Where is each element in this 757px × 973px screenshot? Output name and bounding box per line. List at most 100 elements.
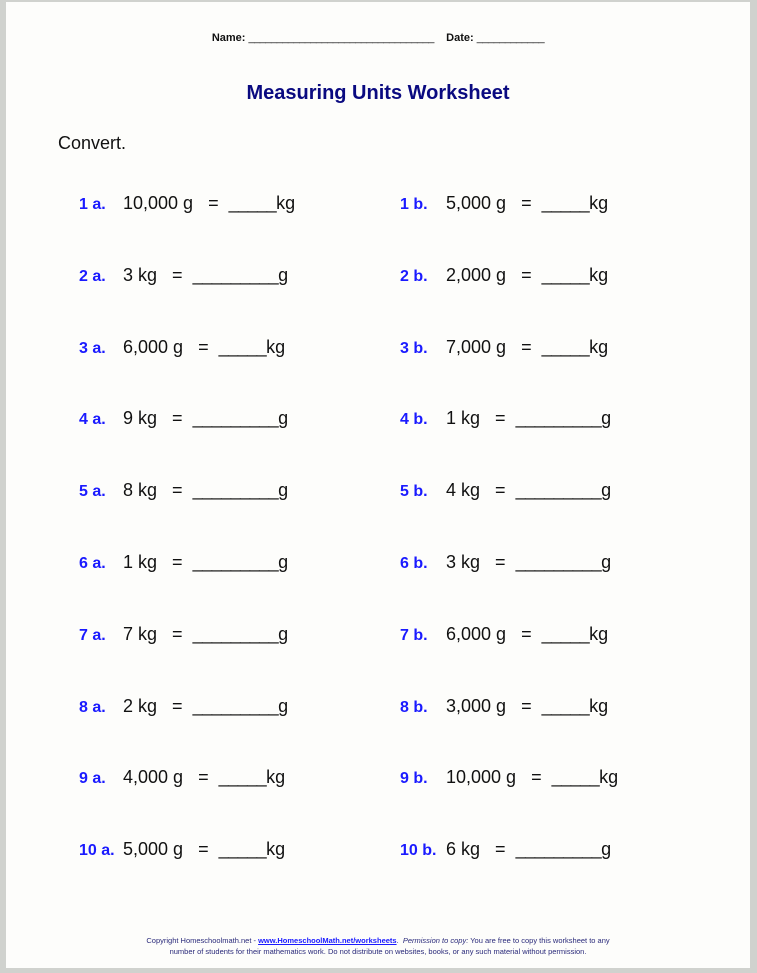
equals-sign: = [521, 264, 532, 285]
equals-sign: = [172, 264, 183, 285]
equals-sign: = [198, 767, 209, 788]
target-unit: g [601, 552, 612, 572]
given-quantity: 10,000 g [123, 193, 194, 213]
answer-blank[interactable]: _________ [193, 480, 279, 500]
answer-blank[interactable]: _____ [542, 624, 590, 644]
equals-sign: = [521, 623, 532, 644]
problem-number: 1 b. [400, 196, 428, 213]
equals-sign: = [521, 336, 532, 357]
worksheet-page: Name: _________________________________ … [6, 2, 750, 968]
answer-blank[interactable]: _____ [219, 767, 267, 787]
target-unit: g [601, 408, 612, 429]
answer-blank[interactable]: _________ [193, 408, 279, 428]
problem-right-3: 3 b. 7,000 g = _____kg [400, 337, 608, 358]
footer-line-2: number of students for their mathematics… [169, 947, 587, 956]
problem-number: 2 b. [400, 267, 428, 285]
problem-right-8: 8 b. 3,000 g = _____kg [400, 696, 608, 717]
answer-blank[interactable]: _________ [193, 552, 279, 572]
answer-blank[interactable]: _____ [229, 193, 277, 213]
problem-left-10: 10 a. 5,000 g = _____kg [79, 839, 285, 860]
answer-blank[interactable]: _____ [542, 696, 590, 716]
target-unit: g [601, 839, 612, 860]
target-unit: kg [266, 336, 286, 357]
problem-number: 8 a. [79, 698, 106, 716]
equals-sign: = [531, 767, 542, 788]
instructions: Convert. [58, 133, 127, 153]
answer-blank[interactable]: _____ [542, 193, 590, 213]
answer-blank[interactable]: _____ [542, 337, 590, 357]
problem-right-6: 6 b. 3 kg = _________g [400, 552, 611, 573]
problem-number: 10 b. [400, 842, 437, 860]
footer-line-1: Copyright Homeschoolmath.net - www.Homes… [146, 936, 610, 945]
given-quantity: 1 kg [123, 552, 158, 572]
equals-sign: = [172, 623, 183, 644]
problem-number: 4 b. [400, 411, 428, 429]
equals-sign: = [198, 336, 209, 357]
name-blank: _________________________________ [248, 32, 435, 44]
answer-blank[interactable]: _________ [193, 624, 279, 644]
equals-sign: = [172, 552, 183, 572]
given-quantity: 2 kg [123, 695, 158, 716]
problem-number: 3 a. [79, 339, 106, 357]
target-unit: kg [589, 695, 609, 716]
problem-number: 2 a. [79, 267, 106, 285]
worksheet-title: Measuring Units Worksheet [246, 82, 510, 104]
given-quantity: 7,000 g [446, 336, 507, 357]
problem-right-9: 9 b. 10,000 g = _____kg [400, 767, 618, 788]
given-quantity: 6 kg [446, 839, 481, 860]
problem-left-6: 6 a. 1 kg = _________g [79, 552, 288, 573]
answer-blank[interactable]: _____ [552, 767, 600, 787]
target-unit: kg [589, 264, 609, 285]
footer-permission-label: Permission to copy: [402, 936, 469, 945]
problem-left-2: 2 a. 3 kg = _________g [79, 265, 288, 286]
target-unit: kg [276, 193, 296, 213]
equals-sign: = [495, 480, 506, 501]
problem-left-7: 7 a. 7 kg = _________g [79, 624, 288, 645]
problem-right-7: 7 b. 6,000 g = _____kg [400, 624, 608, 645]
given-quantity: 3 kg [123, 264, 158, 285]
answer-blank[interactable]: _________ [193, 265, 279, 285]
footer-permission-text: You are free to copy this worksheet to a… [468, 936, 610, 945]
problem-number: 9 b. [400, 770, 428, 788]
answer-blank[interactable]: _____ [219, 337, 267, 357]
answer-blank[interactable]: _________ [516, 408, 602, 428]
problem-right-10: 10 b. 6 kg = _________g [400, 839, 611, 860]
problem-number: 6 a. [79, 555, 106, 572]
given-quantity: 5,000 g [123, 839, 184, 860]
problem-number: 10 a. [79, 842, 115, 860]
answer-blank[interactable]: _________ [516, 552, 602, 572]
equals-sign: = [198, 839, 209, 860]
given-quantity: 9 kg [123, 408, 158, 429]
given-quantity: 3,000 g [446, 695, 507, 716]
target-unit: kg [599, 767, 619, 788]
problem-number: 9 a. [79, 770, 106, 788]
given-quantity: 6,000 g [123, 336, 184, 357]
problem-number: 1 a. [79, 196, 106, 213]
problem-number: 8 b. [400, 698, 428, 716]
given-quantity: 7 kg [123, 623, 158, 644]
equals-sign: = [172, 480, 183, 501]
equals-sign: = [495, 408, 506, 429]
target-unit: kg [589, 623, 609, 644]
given-quantity: 8 kg [123, 480, 158, 501]
target-unit: g [278, 408, 289, 429]
answer-blank[interactable]: _________ [516, 480, 602, 500]
target-unit: g [278, 264, 289, 285]
equals-sign: = [208, 193, 219, 213]
problem-number: 4 a. [79, 411, 106, 429]
answer-blank[interactable]: _________ [193, 696, 279, 716]
problem-left-4: 4 a. 9 kg = _________g [79, 408, 288, 429]
given-quantity: 1 kg [446, 408, 481, 429]
answer-blank[interactable]: _____ [219, 839, 267, 859]
equals-sign: = [521, 695, 532, 716]
target-unit: kg [589, 336, 609, 357]
answer-blank[interactable]: _____ [542, 265, 590, 285]
problem-right-2: 2 b. 2,000 g = _____kg [400, 265, 608, 286]
problem-left-5: 5 a. 8 kg = _________g [79, 480, 288, 501]
problem-right-4: 4 b. 1 kg = _________g [400, 408, 611, 429]
answer-blank[interactable]: _________ [516, 839, 602, 859]
footer-link[interactable]: www.HomeschoolMath.net/worksheets [258, 936, 397, 945]
target-unit: kg [266, 839, 286, 860]
given-quantity: 10,000 g [446, 767, 517, 788]
target-unit: kg [266, 767, 286, 788]
